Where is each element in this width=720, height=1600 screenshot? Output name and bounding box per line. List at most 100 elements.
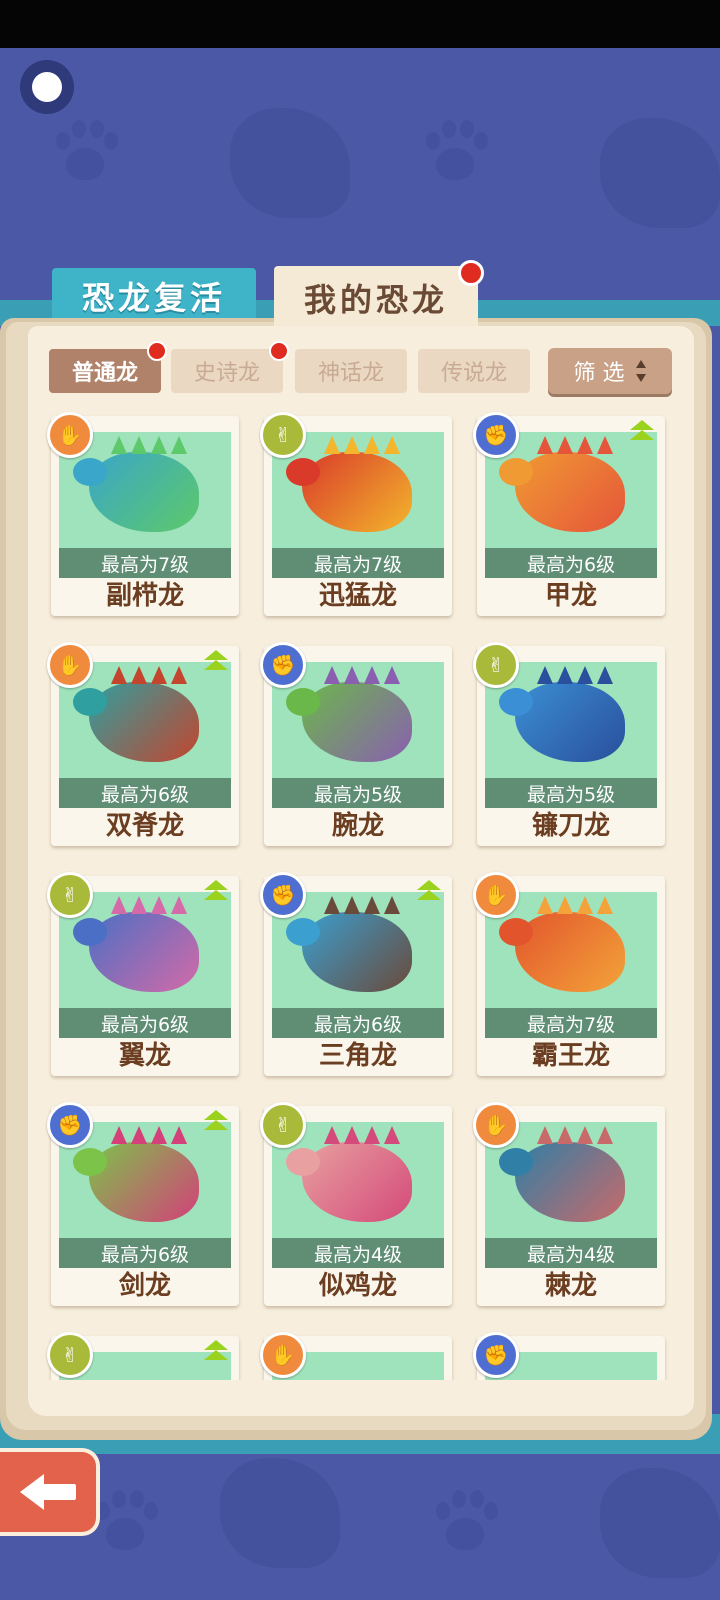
- dino-body: [89, 682, 199, 762]
- max-level-label: 最高为7级: [59, 548, 231, 578]
- dino-card[interactable]: 最高为7级 霸王龙 ✋: [473, 872, 665, 1076]
- dino-spike: [131, 896, 147, 914]
- dino-spike: [111, 436, 127, 454]
- dino-card[interactable]: 最高为7级 副栉龙 ✋: [47, 412, 239, 616]
- upgrade-chevron-icon: [414, 880, 444, 904]
- dino-spike: [111, 666, 127, 684]
- rock-hand-icon: ✊: [260, 872, 306, 918]
- tab-my-dinos[interactable]: 我的恐龙: [274, 260, 484, 330]
- dino-spike: [577, 896, 593, 914]
- dino-card[interactable]: ✋: [260, 1332, 452, 1380]
- dino-name: 三角龙: [318, 1041, 397, 1071]
- dino-spike: [324, 896, 340, 914]
- dino-spike: [557, 896, 573, 914]
- tab-epic-dinos[interactable]: 史诗龙: [171, 341, 289, 393]
- dino-card[interactable]: 最高为7级 迅猛龙 ✌: [260, 412, 452, 616]
- dino-spike: [537, 896, 553, 914]
- dino-spike: [384, 436, 400, 454]
- max-level-label: 最高为5级: [485, 778, 657, 808]
- dino-name: 似鸡龙: [318, 1271, 397, 1301]
- dino-card[interactable]: 最高为6级 翼龙 ✌: [47, 872, 239, 1076]
- paper-hand-icon: ✋: [47, 412, 93, 458]
- dino-name: 副栉龙: [105, 581, 184, 611]
- dino-card[interactable]: 最高为4级 棘龙 ✋: [473, 1102, 665, 1306]
- dino-body: [89, 1142, 199, 1222]
- dino-head: [73, 688, 107, 716]
- status-bar: [0, 0, 720, 48]
- dino-card[interactable]: 最高为6级 三角龙 ✊: [260, 872, 452, 1076]
- dino-card[interactable]: 最高为5级 腕龙 ✊: [260, 642, 452, 846]
- dino-spike: [344, 1126, 360, 1144]
- dino-body: [302, 452, 412, 532]
- dino-name: 腕龙: [331, 811, 384, 841]
- max-level-label: 最高为4级: [272, 1238, 444, 1268]
- dino-silhouette-icon: [220, 1458, 340, 1568]
- dino-spike: [577, 666, 593, 684]
- scissors-hand-icon: ✌: [260, 412, 306, 458]
- dino-head: [286, 458, 320, 486]
- dino-spike: [344, 436, 360, 454]
- dino-spike: [557, 1126, 573, 1144]
- sort-arrows-icon: [635, 360, 647, 382]
- paw-print-icon: [50, 118, 120, 188]
- scissors-hand-icon: ✌: [47, 872, 93, 918]
- scissors-hand-icon: ✌: [473, 642, 519, 688]
- back-button[interactable]: [0, 1448, 100, 1536]
- dino-card[interactable]: 最高为6级 双脊龙 ✋: [47, 642, 239, 846]
- max-level-label: 最高为7级: [485, 1008, 657, 1038]
- dino-name: 翼龙: [118, 1041, 171, 1071]
- notification-dot: [458, 260, 484, 286]
- dino-spike: [364, 436, 380, 454]
- dino-card[interactable]: 最高为6级 剑龙 ✊: [47, 1102, 239, 1306]
- max-level-label: 最高为6级: [485, 548, 657, 578]
- paper-hand-icon: ✋: [473, 1102, 519, 1148]
- dino-spike: [384, 896, 400, 914]
- tab-mythic-dinos[interactable]: 神话龙: [295, 349, 407, 393]
- filter-button[interactable]: 筛 选: [548, 348, 672, 394]
- dino-spike: [344, 666, 360, 684]
- dino-name: 霸王龙: [531, 1041, 610, 1071]
- dino-body: [302, 912, 412, 992]
- menu-dot-icon: [32, 72, 62, 102]
- dino-name: 双脊龙: [105, 811, 184, 841]
- dino-head: [499, 458, 533, 486]
- dino-spike: [384, 666, 400, 684]
- tab-common-dinos[interactable]: 普通龙: [49, 341, 167, 393]
- dino-head: [499, 1148, 533, 1176]
- dino-spike: [597, 436, 613, 454]
- dino-spike: [171, 666, 187, 684]
- dino-card[interactable]: 最高为5级 镰刀龙 ✌: [473, 642, 665, 846]
- dino-body: [89, 452, 199, 532]
- dino-head: [499, 688, 533, 716]
- max-level-label: 最高为7级: [272, 548, 444, 578]
- menu-button[interactable]: [20, 60, 74, 114]
- dino-body: [515, 682, 625, 762]
- dino-spike: [151, 1126, 167, 1144]
- dino-card[interactable]: 最高为4级 似鸡龙 ✌: [260, 1102, 452, 1306]
- dino-spike: [324, 666, 340, 684]
- dino-spike: [324, 1126, 340, 1144]
- dino-spike: [384, 1126, 400, 1144]
- dino-head: [73, 458, 107, 486]
- dino-spike: [171, 436, 187, 454]
- dino-spike: [151, 896, 167, 914]
- dino-card[interactable]: ✊: [473, 1332, 665, 1380]
- dino-spike: [151, 436, 167, 454]
- dino-silhouette-icon: [230, 108, 350, 218]
- dino-card[interactable]: 最高为6级 甲龙 ✊: [473, 412, 665, 616]
- dino-spike: [557, 436, 573, 454]
- dino-spike: [131, 1126, 147, 1144]
- dino-spike: [597, 1126, 613, 1144]
- dino-spike: [111, 896, 127, 914]
- dino-spike: [364, 666, 380, 684]
- dino-body: [515, 912, 625, 992]
- paper-hand-icon: ✋: [260, 1332, 306, 1378]
- tab-dino-revive[interactable]: 恐龙复活: [52, 268, 256, 324]
- dino-grid[interactable]: 最高为7级 副栉龙 ✋ 最高为7级 迅猛龙 ✌ 最高为6级 甲龙 ✊ 最高为6级 双脊龙 ✋ 最高为5级…: [0, 400, 720, 1380]
- tab-legendary-dinos[interactable]: 传说龙: [418, 349, 530, 393]
- dino-silhouette-icon: [600, 118, 720, 228]
- dino-body: [515, 1142, 625, 1222]
- scissors-hand-icon: ✌: [260, 1102, 306, 1148]
- dino-spike: [537, 1126, 553, 1144]
- dino-card[interactable]: ✌: [47, 1332, 239, 1380]
